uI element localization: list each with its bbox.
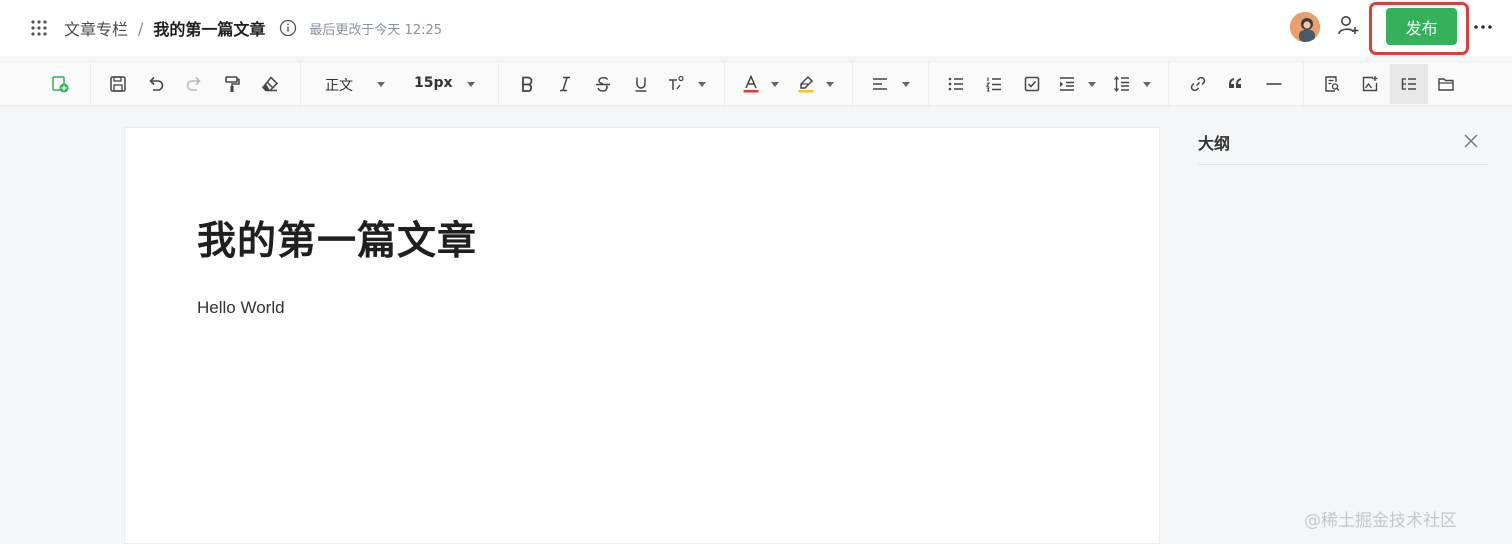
image-icon[interactable] xyxy=(1358,72,1382,96)
folder-icon[interactable] xyxy=(1434,72,1458,96)
paragraph-style-caret[interactable] xyxy=(377,82,385,87)
toolbar-divider xyxy=(300,62,301,107)
toolbar-divider xyxy=(852,62,853,107)
align-caret[interactable] xyxy=(902,82,910,87)
find-icon[interactable] xyxy=(1320,72,1344,96)
outline-title: 大纲 xyxy=(1198,134,1231,153)
breadcrumb-current-title: 我的第一篇文章 xyxy=(153,20,266,39)
undo-icon[interactable] xyxy=(144,72,168,96)
top-header: 文章专栏 / 我的第一篇文章 最后更改于今天 12:25 发布 xyxy=(0,0,1512,56)
bold-icon[interactable] xyxy=(515,72,539,96)
bullet-list-icon[interactable] xyxy=(944,72,968,96)
horizontal-rule-icon[interactable] xyxy=(1262,72,1286,96)
redo-icon[interactable] xyxy=(182,72,206,96)
toolbar-divider xyxy=(1168,62,1169,107)
line-height-caret[interactable] xyxy=(1143,82,1151,87)
font-size-select[interactable]: 15px xyxy=(414,75,453,91)
font-color-icon[interactable] xyxy=(739,72,763,96)
toolbar-divider xyxy=(90,62,91,107)
italic-icon[interactable] xyxy=(553,72,577,96)
toolbar-divider xyxy=(928,62,929,107)
outline-divider xyxy=(1198,164,1488,165)
superscript-icon[interactable] xyxy=(664,72,688,96)
align-left-icon[interactable] xyxy=(868,72,892,96)
indent-caret[interactable] xyxy=(1088,82,1096,87)
strikethrough-icon[interactable] xyxy=(591,72,615,96)
superscript-caret[interactable] xyxy=(698,82,706,87)
last-modified-text: 最后更改于今天 12:25 xyxy=(309,22,443,38)
highlight-icon[interactable] xyxy=(794,72,818,96)
save-icon[interactable] xyxy=(106,72,130,96)
breadcrumb: 文章专栏 / 我的第一篇文章 最后更改于今天 12:25 xyxy=(64,16,442,40)
eraser-icon[interactable] xyxy=(258,72,282,96)
publish-button[interactable]: 发布 xyxy=(1386,8,1457,45)
quote-icon[interactable] xyxy=(1224,72,1248,96)
avatar[interactable] xyxy=(1290,12,1320,42)
apps-grid-icon[interactable] xyxy=(30,19,48,37)
add-user-icon[interactable] xyxy=(1337,14,1359,36)
underline-icon[interactable] xyxy=(629,72,653,96)
font-color-caret[interactable] xyxy=(771,82,779,87)
editor-toolbar: 正文 15px xyxy=(0,61,1512,107)
line-height-icon[interactable] xyxy=(1110,72,1134,96)
checklist-icon[interactable] xyxy=(1020,72,1044,96)
toolbar-divider xyxy=(1303,62,1304,107)
format-painter-icon[interactable] xyxy=(220,72,244,96)
highlight-caret[interactable] xyxy=(826,82,834,87)
toolbar-divider xyxy=(724,62,725,107)
close-icon[interactable] xyxy=(1462,132,1480,150)
indent-icon[interactable] xyxy=(1055,72,1079,96)
info-icon[interactable] xyxy=(279,19,297,37)
link-icon[interactable] xyxy=(1186,72,1210,96)
font-size-caret[interactable] xyxy=(467,82,475,87)
document-body[interactable]: Hello World xyxy=(197,298,285,318)
toolbar-divider xyxy=(498,62,499,107)
outline-toggle-icon[interactable] xyxy=(1390,64,1428,104)
more-dots-icon[interactable] xyxy=(1472,16,1494,38)
editor-canvas[interactable]: 我的第一篇文章 Hello World xyxy=(124,127,1160,544)
breadcrumb-parent-link[interactable]: 文章专栏 xyxy=(64,16,128,40)
paragraph-style-select[interactable]: 正文 xyxy=(325,75,353,95)
watermark: @稀土掘金技术社区 xyxy=(1304,511,1457,531)
numbered-list-icon[interactable] xyxy=(982,72,1006,96)
document-title[interactable]: 我的第一篇文章 xyxy=(197,210,477,266)
breadcrumb-separator: / xyxy=(138,18,144,38)
new-document-icon[interactable] xyxy=(48,72,72,96)
